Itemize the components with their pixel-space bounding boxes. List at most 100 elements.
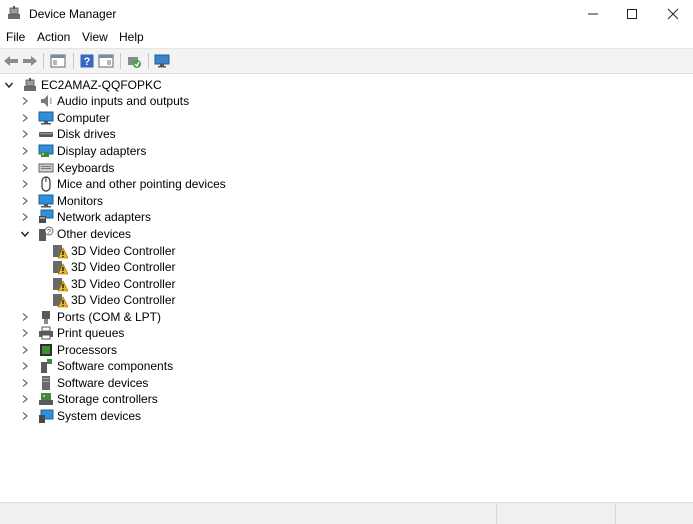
maximize-button[interactable] bbox=[609, 0, 655, 27]
scan-hardware-icon[interactable] bbox=[125, 52, 143, 70]
tree-item-label: Keyboards bbox=[57, 161, 115, 175]
network-adapter-icon bbox=[38, 209, 54, 225]
chevron-right-icon[interactable] bbox=[20, 212, 30, 222]
tree-item-system-devices[interactable]: System devices bbox=[20, 408, 141, 424]
menu-bar: File Action View Help bbox=[0, 27, 693, 47]
chevron-right-icon[interactable] bbox=[20, 345, 30, 355]
unknown-device-icon: ? bbox=[38, 226, 54, 242]
chevron-down-icon[interactable] bbox=[4, 80, 14, 90]
tree-item-software-components[interactable]: Software components bbox=[20, 358, 173, 374]
tree-item-label: Print queues bbox=[57, 326, 125, 340]
computer-icon bbox=[38, 110, 54, 126]
tree-item-software-devices[interactable]: Software devices bbox=[20, 375, 148, 391]
back-icon[interactable] bbox=[2, 52, 20, 70]
chevron-right-icon[interactable] bbox=[20, 113, 30, 123]
title-bar: Device Manager bbox=[0, 0, 693, 27]
toolbar-separator bbox=[43, 53, 44, 69]
window-title: Device Manager bbox=[29, 7, 117, 21]
tree-item-audio[interactable]: Audio inputs and outputs bbox=[20, 93, 189, 109]
tree-item-label: Monitors bbox=[57, 194, 104, 208]
device-manager-icon bbox=[6, 5, 22, 21]
tree-item-label: Software devices bbox=[57, 376, 149, 390]
tree-root-label: EC2AMAZ-QQFOPKC bbox=[41, 78, 162, 92]
tree-item-keyboards[interactable]: Keyboards bbox=[20, 160, 114, 176]
tree-root[interactable]: EC2AMAZ-QQFOPKC bbox=[4, 77, 162, 93]
warning-device-icon bbox=[52, 276, 68, 292]
chevron-right-icon[interactable] bbox=[20, 378, 30, 388]
svg-text:?: ? bbox=[84, 56, 91, 68]
tree-item-disk-drives[interactable]: Disk drives bbox=[20, 126, 116, 142]
tree-item-network-adapters[interactable]: Network adapters bbox=[20, 209, 151, 225]
chevron-right-icon[interactable] bbox=[20, 361, 30, 371]
forward-icon[interactable] bbox=[21, 52, 39, 70]
display-adapter-icon bbox=[38, 143, 54, 159]
tree-child-label: 3D Video Controller bbox=[71, 244, 176, 258]
chevron-right-icon[interactable] bbox=[20, 328, 30, 338]
monitor-icon bbox=[38, 193, 54, 209]
warning-device-icon bbox=[52, 259, 68, 275]
menu-action[interactable]: Action bbox=[37, 30, 70, 44]
system-device-icon bbox=[38, 408, 54, 424]
tree-item-label: Ports (COM & LPT) bbox=[57, 310, 162, 324]
printer-icon bbox=[38, 325, 54, 341]
tree-item-display-adapters[interactable]: Display adapters bbox=[20, 143, 146, 159]
toolbar-separator bbox=[148, 53, 149, 69]
tree-item-label: Display adapters bbox=[57, 144, 147, 158]
tree-item-label: System devices bbox=[57, 409, 142, 423]
update-driver-icon[interactable] bbox=[153, 52, 171, 70]
storage-controller-icon bbox=[38, 391, 54, 407]
warning-device-icon bbox=[52, 243, 68, 259]
tree-item-ports[interactable]: Ports (COM & LPT) bbox=[20, 309, 161, 325]
chevron-right-icon[interactable] bbox=[20, 179, 30, 189]
chevron-right-icon[interactable] bbox=[20, 96, 30, 106]
chevron-right-icon[interactable] bbox=[20, 146, 30, 156]
chevron-right-icon[interactable] bbox=[20, 163, 30, 173]
tree-child-3d-video-controller[interactable]: 3D Video Controller bbox=[52, 276, 176, 292]
tree-child-3d-video-controller[interactable]: 3D Video Controller bbox=[52, 243, 176, 259]
software-component-icon bbox=[38, 358, 54, 374]
chevron-right-icon[interactable] bbox=[20, 129, 30, 139]
toolbar-separator bbox=[120, 53, 121, 69]
tree-item-label: Processors bbox=[57, 343, 118, 357]
tree-item-label: Mice and other pointing devices bbox=[57, 177, 226, 191]
status-cell bbox=[615, 503, 693, 524]
menu-file[interactable]: File bbox=[6, 30, 25, 44]
svg-text:?: ? bbox=[47, 229, 51, 236]
processor-icon bbox=[38, 342, 54, 358]
disk-drive-icon bbox=[38, 126, 54, 142]
tree-item-label: Other devices bbox=[57, 227, 132, 241]
properties-pane-icon[interactable] bbox=[49, 52, 67, 70]
tree-item-other-devices[interactable]: ? Other devices bbox=[20, 226, 131, 242]
tree-item-label: Audio inputs and outputs bbox=[57, 94, 190, 108]
speaker-icon bbox=[38, 93, 54, 109]
warning-device-icon bbox=[52, 292, 68, 308]
toolbar: ? bbox=[0, 48, 693, 74]
toolbar-separator bbox=[73, 53, 74, 69]
close-button[interactable] bbox=[650, 0, 693, 27]
menu-help[interactable]: Help bbox=[119, 30, 144, 44]
tree-child-3d-video-controller[interactable]: 3D Video Controller bbox=[52, 292, 176, 308]
tree-child-label: 3D Video Controller bbox=[71, 277, 176, 291]
tree-item-label: Storage controllers bbox=[57, 392, 158, 406]
tree-item-computer[interactable]: Computer bbox=[20, 110, 110, 126]
chevron-right-icon[interactable] bbox=[20, 411, 30, 421]
view-pane-icon[interactable] bbox=[97, 52, 115, 70]
chevron-down-icon[interactable] bbox=[20, 229, 30, 239]
menu-view[interactable]: View bbox=[82, 30, 108, 44]
chevron-right-icon[interactable] bbox=[20, 394, 30, 404]
tree-item-monitors[interactable]: Monitors bbox=[20, 193, 103, 209]
tree-item-label: Software components bbox=[57, 359, 174, 373]
tree-item-mice[interactable]: Mice and other pointing devices bbox=[20, 176, 226, 192]
tree-item-print-queues[interactable]: Print queues bbox=[20, 325, 124, 341]
chevron-right-icon[interactable] bbox=[20, 196, 30, 206]
tree-item-processors[interactable]: Processors bbox=[20, 342, 117, 358]
tree-item-label: Disk drives bbox=[57, 127, 116, 141]
tree-item-storage-controllers[interactable]: Storage controllers bbox=[20, 391, 158, 407]
help-icon[interactable]: ? bbox=[78, 52, 96, 70]
port-icon bbox=[38, 309, 54, 325]
tree-child-label: 3D Video Controller bbox=[71, 260, 176, 274]
chevron-right-icon[interactable] bbox=[20, 312, 30, 322]
software-device-icon bbox=[38, 375, 54, 391]
tree-child-3d-video-controller[interactable]: 3D Video Controller bbox=[52, 259, 176, 275]
status-cell bbox=[496, 503, 615, 524]
